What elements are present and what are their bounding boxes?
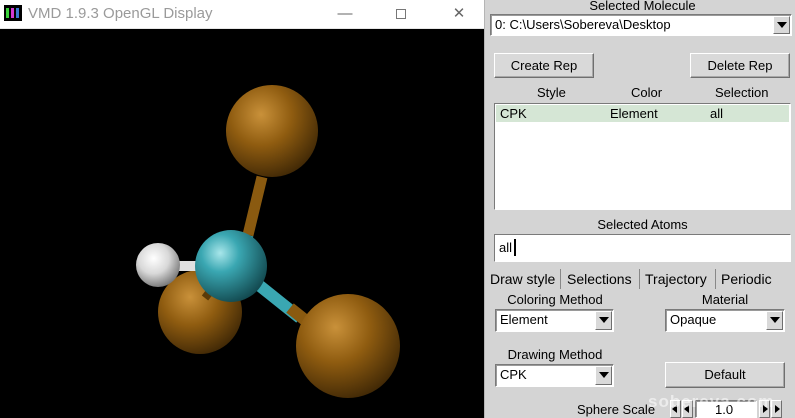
material-label: Material <box>701 292 749 307</box>
material-dropdown[interactable]: Opaque <box>665 309 785 332</box>
window-title: VMD 1.9.3 OpenGL Display <box>28 5 213 22</box>
title-bar[interactable]: VMD 1.9.3 OpenGL Display — ✕ <box>0 0 484 29</box>
coloring-method-dropdown[interactable]: Element <box>495 309 614 332</box>
coloring-method-label: Coloring Method <box>507 292 603 307</box>
rep-column-selection: Selection <box>715 85 769 100</box>
chevron-down-icon[interactable] <box>766 311 783 330</box>
tab-periodic[interactable]: Periodic <box>717 269 777 289</box>
default-button[interactable]: Default <box>665 362 785 388</box>
carbon-atom <box>195 230 267 302</box>
selected-molecule-label: Selected Molecule <box>589 0 696 13</box>
rep-list-header: Style Color Selection <box>495 84 791 102</box>
drawing-method-label: Drawing Method <box>507 347 603 362</box>
rep-color: Element <box>610 106 658 121</box>
hydrogen-atom <box>136 243 180 287</box>
tab-trajectory[interactable]: Trajectory <box>641 269 716 289</box>
text-caret <box>514 239 516 256</box>
material-value: Opaque <box>670 312 717 327</box>
selected-molecule-dropdown[interactable]: 0: C:\Users\Sobereva\Desktop <box>490 14 792 36</box>
rep-row[interactable]: CPK Element all <box>496 105 789 122</box>
chevron-down-icon[interactable] <box>773 16 790 34</box>
chevron-down-icon[interactable] <box>595 366 612 385</box>
selected-atoms-label: Selected Atoms <box>597 217 688 232</box>
coloring-method-value: Element <box>500 312 548 327</box>
vmd-app-icon <box>4 5 22 21</box>
rep-selection: all <box>710 106 724 121</box>
maximize-icon[interactable] <box>378 0 424 29</box>
delete-rep-button[interactable]: Delete Rep <box>690 53 790 78</box>
rep-list[interactable]: CPK Element all <box>494 103 791 210</box>
bromine-atom-right <box>296 294 400 398</box>
create-rep-button[interactable]: Create Rep <box>494 53 594 78</box>
watermark: sobereva.com <box>648 392 775 411</box>
rep-style: CPK <box>500 106 527 121</box>
opengl-display-window: VMD 1.9.3 OpenGL Display — ✕ <box>0 0 484 418</box>
selected-atoms-value: all <box>499 240 513 255</box>
drawing-method-value: CPK <box>500 367 527 382</box>
molecule-render[interactable] <box>0 30 484 418</box>
close-icon[interactable]: ✕ <box>436 0 482 29</box>
tab-selections[interactable]: Selections <box>562 269 640 289</box>
drawing-method-dropdown[interactable]: CPK <box>495 364 614 387</box>
selected-molecule-value: 0: C:\Users\Sobereva\Desktop <box>495 17 671 32</box>
bromine-atom-top <box>226 85 318 177</box>
minimize-icon[interactable]: — <box>322 0 368 29</box>
selected-atoms-input[interactable]: all <box>494 234 791 262</box>
rep-column-style: Style <box>537 85 566 100</box>
tab-draw-style[interactable]: Draw style <box>487 269 561 289</box>
sphere-scale-label: Sphere Scale <box>577 402 656 417</box>
molecule-viewport[interactable] <box>0 30 484 418</box>
bond-br-top-half <box>242 175 268 237</box>
rep-column-color: Color <box>631 85 663 100</box>
chevron-down-icon[interactable] <box>595 311 612 330</box>
